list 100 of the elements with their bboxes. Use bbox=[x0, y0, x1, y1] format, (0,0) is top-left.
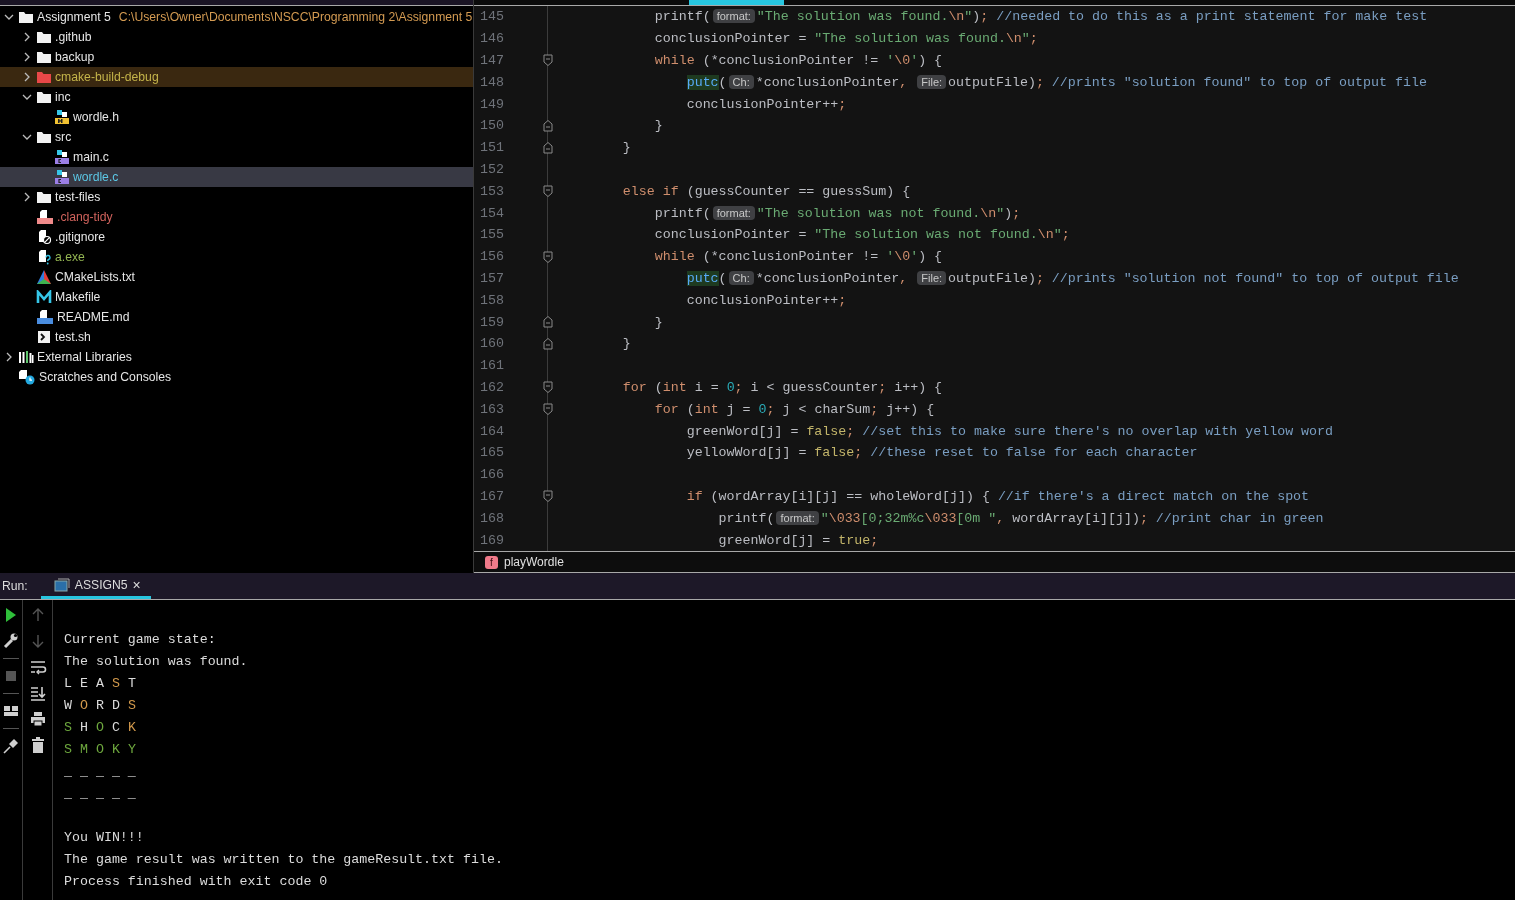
tree-row[interactable]: backup bbox=[0, 47, 473, 67]
fold-icon[interactable] bbox=[542, 54, 553, 67]
soft-wrap-icon[interactable] bbox=[28, 658, 47, 676]
line-number: 166 bbox=[479, 467, 505, 483]
fold-icon[interactable] bbox=[542, 250, 553, 263]
fold-icon[interactable] bbox=[542, 381, 553, 394]
chevron-down-icon[interactable] bbox=[4, 12, 14, 22]
c-file-icon bbox=[54, 149, 70, 165]
tree-row[interactable]: a.exe bbox=[0, 247, 473, 267]
item-label: wordle.c bbox=[73, 170, 119, 184]
code-line: for (int i = 0; i < guessCounter; i++) { bbox=[621, 379, 943, 395]
code-line: putc( Ch: *conclusionPointer, File: outputFile); //prints "solution not found" to top of output file bbox=[685, 270, 1459, 286]
item-label: backup bbox=[55, 50, 95, 64]
chevron-down-icon[interactable] bbox=[22, 92, 32, 102]
line-number: 146 bbox=[479, 31, 505, 47]
tree-row[interactable]: main.c bbox=[0, 147, 473, 167]
folder-icon bbox=[36, 30, 52, 44]
chevron-right-icon[interactable] bbox=[22, 52, 32, 62]
guess-row-text: S M O K Y bbox=[64, 741, 137, 759]
chevron-right-icon[interactable] bbox=[22, 192, 32, 202]
yaml-file-icon bbox=[36, 209, 54, 225]
close-button[interactable]: × bbox=[132, 576, 141, 593]
wrench-icon[interactable] bbox=[2, 632, 20, 650]
c-file-icon bbox=[54, 169, 70, 185]
console-window-icon bbox=[53, 577, 70, 592]
tree-row[interactable]: External Libraries bbox=[0, 347, 473, 367]
print-icon[interactable] bbox=[28, 710, 47, 728]
line-number: 157 bbox=[479, 270, 505, 286]
guess-row-text: S H O C K bbox=[64, 719, 137, 737]
unknown-file-icon bbox=[36, 249, 52, 265]
tree-row[interactable]: test.sh bbox=[0, 327, 473, 347]
item-label: README.md bbox=[57, 310, 130, 324]
pin-icon[interactable] bbox=[2, 737, 20, 755]
fold-end-icon[interactable] bbox=[542, 141, 553, 154]
line-number: 167 bbox=[479, 488, 505, 504]
line-number: 169 bbox=[479, 532, 505, 548]
tab-label: ASSIGN5 bbox=[74, 577, 128, 592]
line-number: 160 bbox=[479, 336, 505, 352]
tree-row[interactable]: cmake-build-debug bbox=[0, 67, 473, 87]
tree-row[interactable]: wordle.c bbox=[0, 167, 473, 187]
item-label: a.exe bbox=[55, 250, 85, 264]
line-number: 150 bbox=[479, 118, 505, 134]
item-label: wordle.h bbox=[73, 110, 120, 124]
folder-icon bbox=[18, 10, 34, 24]
line-number: 158 bbox=[479, 292, 505, 308]
item-label: Assignment 5 bbox=[37, 10, 111, 24]
item-label: src bbox=[55, 130, 72, 144]
fold-end-icon[interactable] bbox=[542, 337, 553, 350]
code-line: greenWord[j] = true; bbox=[717, 532, 879, 548]
code-line: while (*conclusionPointer != '\0') { bbox=[653, 53, 943, 68]
tree-row[interactable]: Scratches and Consoles bbox=[0, 367, 473, 387]
item-label: External Libraries bbox=[37, 350, 132, 364]
tree-row[interactable]: test-files bbox=[0, 187, 473, 207]
folder-icon bbox=[36, 130, 52, 144]
item-label: Makefile bbox=[55, 290, 101, 304]
folder-icon bbox=[36, 50, 52, 64]
item-label: test-files bbox=[55, 190, 101, 204]
chevron-right-icon[interactable] bbox=[4, 352, 14, 362]
tree-row[interactable]: README.md bbox=[0, 307, 473, 327]
chevron-down-icon[interactable] bbox=[22, 132, 32, 142]
line-number: 152 bbox=[479, 161, 505, 177]
item-label: test.sh bbox=[55, 330, 91, 344]
fold-icon[interactable] bbox=[542, 403, 553, 416]
m-logo-icon bbox=[36, 290, 52, 304]
tree-row[interactable]: src bbox=[0, 127, 473, 147]
folder-path: C:\Users\Owner\Documents\NSCC\Programming 2\Assignment 5 bbox=[118, 10, 473, 24]
tree-row[interactable]: CMakeLists.txt bbox=[0, 267, 473, 287]
code-line: greenWord[j] = false; //set this to make sure there's no overlap with yellow word bbox=[685, 423, 1334, 439]
item-label: main.c bbox=[73, 150, 109, 164]
tree-row[interactable]: Assignment 5 C:\Users\Owner\Documents\NSCC\Programming 2\Assignment 5 bbox=[0, 7, 473, 27]
markdown-file-icon bbox=[36, 309, 54, 325]
header-file-icon bbox=[54, 109, 70, 125]
code-line: while (*conclusionPointer != '\0') { bbox=[653, 249, 943, 265]
chevron-right-icon[interactable] bbox=[22, 72, 32, 82]
fold-icon[interactable] bbox=[542, 185, 553, 198]
item-label: .gitignore bbox=[55, 230, 106, 244]
run-tab[interactable]: ASSIGN5 × bbox=[40, 573, 151, 599]
tree-row[interactable]: wordle.h bbox=[0, 107, 473, 127]
code-line: printf( format: "The solution was not found.\n"); bbox=[653, 205, 1021, 221]
line-number: 164 bbox=[479, 423, 505, 439]
panel-label: Run: bbox=[2, 579, 28, 593]
fold-end-icon[interactable] bbox=[542, 119, 553, 132]
code-line: printf( format: "\033[0;32m%c\033[0m ", wordArray[i][j]); //print char in green bbox=[717, 510, 1324, 526]
output-line: The game result was written to the gameResult.txt file. bbox=[64, 851, 503, 869]
tree-row[interactable]: .clang-tidy bbox=[0, 207, 473, 227]
code-line: } bbox=[621, 140, 631, 156]
code-line: conclusionPointer = "The solution was not found.\n"; bbox=[653, 227, 1070, 243]
chevron-right-icon[interactable] bbox=[22, 32, 32, 42]
line-number: 147 bbox=[479, 53, 505, 68]
tree-row[interactable]: .github bbox=[0, 27, 473, 47]
tree-row[interactable]: inc bbox=[0, 87, 473, 107]
item-label: Scratches and Consoles bbox=[39, 370, 172, 384]
tree-row[interactable]: .gitignore bbox=[0, 227, 473, 247]
fold-icon[interactable] bbox=[542, 490, 553, 503]
scroll-to-end-icon[interactable] bbox=[28, 684, 47, 702]
fold-end-icon[interactable] bbox=[542, 316, 553, 329]
line-number: 155 bbox=[479, 227, 505, 243]
line-number: 145 bbox=[479, 9, 505, 25]
breadcrumb-item[interactable]: playWordle bbox=[504, 555, 564, 569]
tree-row[interactable]: Makefile bbox=[0, 287, 473, 307]
